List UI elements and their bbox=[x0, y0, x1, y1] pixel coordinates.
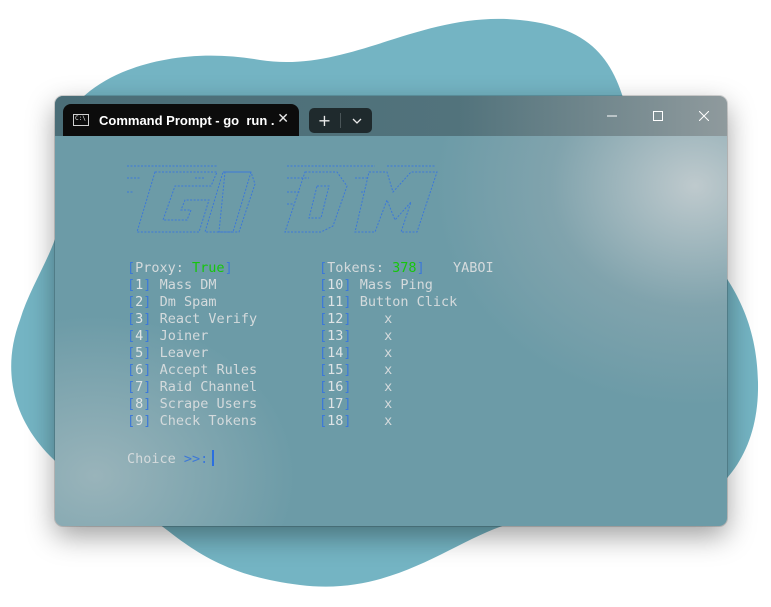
tokens-label: Tokens: bbox=[327, 260, 393, 276]
tab-command-prompt[interactable]: C:\ Command Prompt - go run . ✕ bbox=[63, 104, 299, 136]
prompt-symbol: >>: bbox=[183, 451, 209, 467]
menu-item: [4] Joiner bbox=[127, 328, 209, 344]
menu-item: [8] Scrape Users bbox=[127, 396, 258, 412]
prompt-label: Choice bbox=[127, 451, 176, 467]
screenshot-stage: C:\ Command Prompt - go run . ✕ + [Proxy… bbox=[0, 0, 771, 607]
menu-item: [1] Mass DM bbox=[127, 277, 217, 293]
proxy-status: [Proxy: True] bbox=[127, 260, 233, 276]
menu-item: [14] x bbox=[319, 345, 393, 361]
choice-prompt[interactable]: Choice >>: bbox=[127, 450, 215, 467]
terminal-output[interactable]: [Proxy: True] [Tokens: 378] YABOI [1] Ma… bbox=[55, 136, 727, 526]
close-icon bbox=[699, 111, 709, 121]
chevron-down-icon bbox=[352, 118, 361, 124]
menu-item: [3] React Verify bbox=[127, 311, 258, 327]
menu-item: [5] Leaver bbox=[127, 345, 209, 361]
menu-item: [9] Check Tokens bbox=[127, 413, 258, 429]
cmd-icon: C:\ bbox=[73, 114, 89, 126]
proxy-label: Proxy: bbox=[135, 260, 193, 276]
menu-item: [13] x bbox=[319, 328, 393, 344]
ascii-banner bbox=[127, 165, 438, 233]
menu-item: [15] x bbox=[319, 362, 393, 378]
maximize-icon bbox=[653, 111, 663, 121]
dropdown-button[interactable] bbox=[341, 108, 372, 133]
tab-actions: + bbox=[309, 108, 372, 133]
proxy-value: True bbox=[192, 260, 225, 276]
close-button[interactable] bbox=[681, 96, 727, 136]
menu-item: [11] Button Click bbox=[319, 294, 458, 310]
menu-item: [7] Raid Channel bbox=[127, 379, 258, 395]
terminal-window: C:\ Command Prompt - go run . ✕ + [Proxy… bbox=[55, 96, 727, 526]
menu-item: [16] x bbox=[319, 379, 393, 395]
tab-title: Command Prompt - go run . bbox=[99, 112, 275, 128]
new-tab-button[interactable]: + bbox=[309, 108, 340, 133]
maximize-button[interactable] bbox=[635, 96, 681, 136]
plus-icon: + bbox=[317, 111, 332, 130]
menu-item: [2] Dm Spam bbox=[127, 294, 217, 310]
text-cursor bbox=[212, 450, 215, 466]
window-controls bbox=[589, 96, 727, 136]
menu-item: [17] x bbox=[319, 396, 393, 412]
minimize-button[interactable] bbox=[589, 96, 635, 136]
menu-item: [12] x bbox=[319, 311, 393, 327]
menu-item: [18] x bbox=[319, 413, 393, 429]
tab-close-icon[interactable]: ✕ bbox=[277, 110, 289, 128]
tokens-value: 378 bbox=[392, 260, 417, 276]
minimize-icon bbox=[607, 115, 617, 117]
menu-item: [10] Mass Ping bbox=[319, 277, 433, 293]
tokens-status: [Tokens: 378] bbox=[319, 260, 425, 276]
tag-label: YABOI bbox=[453, 260, 494, 276]
title-bar[interactable]: C:\ Command Prompt - go run . ✕ + bbox=[55, 96, 727, 136]
menu-item: [6] Accept Rules bbox=[127, 362, 258, 378]
